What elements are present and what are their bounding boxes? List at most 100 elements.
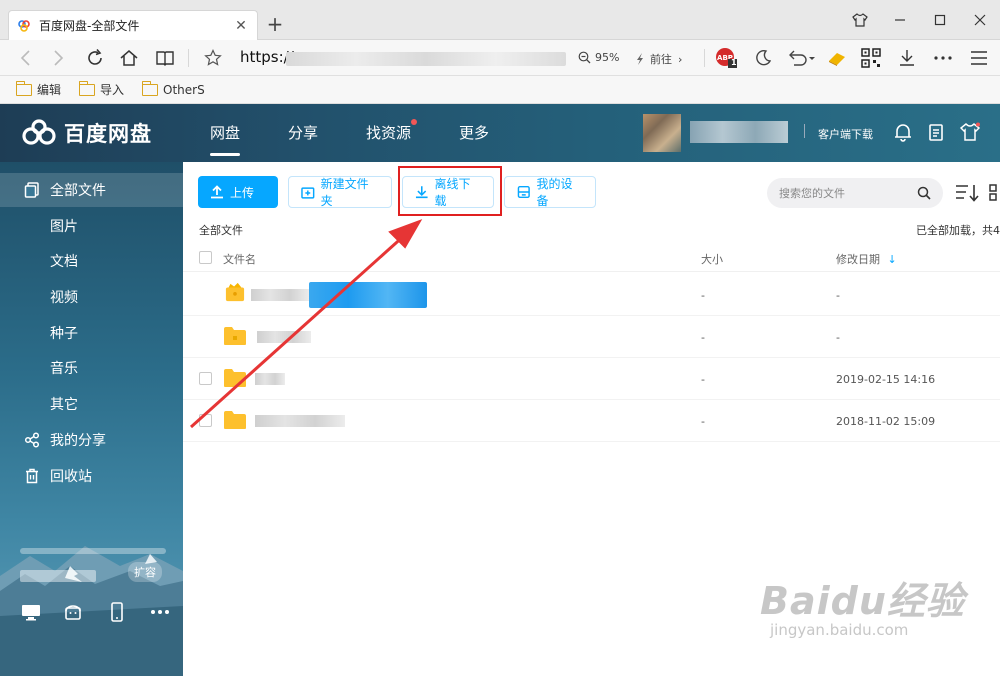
goto-label: 前往 (650, 53, 672, 66)
adblock-icon[interactable]: ABP 1 (714, 48, 738, 68)
nav-more[interactable]: 更多 (459, 122, 489, 143)
download-icon[interactable] (896, 48, 918, 68)
app-data-folder-icon (225, 282, 245, 302)
refresh-icon[interactable] (84, 48, 106, 68)
nav-share[interactable]: 分享 (288, 122, 318, 143)
column-name[interactable]: 文件名 (223, 251, 256, 267)
nav-pan[interactable]: 网盘 (210, 122, 241, 156)
my-devices-button[interactable]: 我的设备 (504, 176, 596, 208)
sidebar-item-label: 全部文件 (50, 183, 106, 199)
breadcrumb[interactable]: 全部文件 (199, 222, 243, 238)
column-modified[interactable]: 修改日期 ↓ (836, 251, 897, 267)
bookmark-item[interactable]: 编辑 (15, 80, 61, 98)
sidebar-item-my-shares[interactable]: 我的分享 (0, 423, 183, 457)
clipboard-icon[interactable] (926, 122, 946, 142)
skin-icon[interactable] (840, 6, 880, 34)
bookmark-item[interactable]: 导入 (78, 80, 124, 98)
adblock-count: 1 (731, 58, 737, 67)
favorite-star-icon[interactable] (202, 48, 224, 68)
loaded-status: 已全部加载，共4 (916, 224, 1000, 237)
chevron-right-icon: › (678, 52, 683, 66)
nav-find-resources[interactable]: 找资源 (366, 119, 418, 143)
sort-icon[interactable] (955, 184, 979, 202)
home-icon[interactable] (118, 48, 140, 68)
desktop-client-icon[interactable] (20, 602, 42, 622)
sidebar-item-videos[interactable]: 视频 (0, 280, 183, 314)
new-tab-button[interactable]: + (264, 12, 286, 36)
undo-dropdown-icon[interactable] (786, 48, 818, 68)
select-all-checkbox[interactable] (199, 251, 212, 264)
table-row[interactable]: - - (183, 316, 1000, 358)
client-download-link[interactable]: 客户端下载 (818, 126, 873, 142)
logo-text: 百度网盘 (64, 122, 152, 146)
expand-storage-button[interactable]: 扩容 (128, 562, 162, 582)
folder-icon (15, 80, 32, 96)
cloud-logo-icon (22, 119, 56, 145)
trash-icon (26, 468, 38, 484)
night-mode-icon[interactable] (752, 48, 774, 68)
upload-button[interactable]: 上传 (198, 176, 278, 208)
goto-button[interactable]: 前往 › (636, 51, 682, 67)
sidebar-item-images[interactable]: 图片 (0, 209, 183, 243)
book-extension-icon[interactable] (826, 48, 848, 68)
mobile-client-icon[interactable] (106, 602, 128, 622)
table-header: 文件名 大小 修改日期 ↓ (183, 242, 1000, 272)
forward-icon[interactable] (48, 48, 70, 68)
file-name-redacted (251, 289, 309, 301)
sort-down-arrow-icon: ↓ (887, 253, 897, 266)
url-redacted (286, 52, 566, 66)
annotation-highlight-box (398, 166, 502, 216)
sidebar-item-recycle-bin[interactable]: 回收站 (0, 459, 183, 493)
folder-icon (224, 369, 246, 387)
zoom-level: 95% (595, 51, 620, 64)
close-tab-icon[interactable]: ✕ (233, 18, 249, 34)
app-logo[interactable]: 百度网盘 (20, 118, 152, 148)
browser-tab[interactable]: 百度网盘-全部文件 ✕ (8, 10, 258, 40)
new-folder-button[interactable]: 新建文件夹 (288, 176, 392, 208)
files-icon (24, 182, 39, 198)
sidebar-item-music[interactable]: 音乐 (0, 351, 183, 385)
avatar[interactable] (643, 114, 681, 152)
grid-view-icon[interactable] (989, 184, 1000, 202)
share-icon (24, 432, 40, 448)
zoom-icon (578, 51, 591, 64)
more-devices-icon[interactable] (149, 602, 171, 622)
shirt-icon[interactable] (960, 122, 980, 142)
username-redacted[interactable] (690, 121, 788, 143)
row-checkbox[interactable] (199, 372, 212, 385)
minimize-icon[interactable] (880, 6, 920, 34)
sidebar-item-label: 回收站 (50, 469, 92, 485)
folder-icon (78, 80, 96, 96)
storage-quota-bar (20, 548, 166, 554)
back-icon[interactable] (14, 48, 36, 68)
android-client-icon[interactable] (62, 602, 84, 622)
table-row[interactable]: - - (183, 274, 1000, 316)
bookmarks-bar: 编辑 导入 OtherS (0, 76, 1000, 104)
more-icon[interactable] (932, 48, 954, 68)
close-window-icon[interactable] (960, 6, 1000, 34)
bookmark-item[interactable]: OtherS (141, 80, 205, 97)
search-icon[interactable] (917, 186, 931, 200)
reader-icon[interactable] (154, 48, 176, 68)
new-folder-icon (301, 187, 315, 199)
file-name-redacted (309, 282, 427, 308)
search-input[interactable]: 搜索您的文件 (767, 178, 943, 208)
bell-icon[interactable] (893, 122, 913, 142)
sidebar-item-label: 我的分享 (50, 433, 106, 449)
sidebar-item-all-files[interactable]: 全部文件 (0, 173, 183, 207)
zoom-control[interactable]: 95% (578, 51, 619, 64)
sidebar-item-documents[interactable]: 文档 (0, 244, 183, 278)
maximize-icon[interactable] (920, 6, 960, 34)
search-placeholder: 搜索您的文件 (779, 187, 845, 200)
baidu-pan-favicon (18, 19, 30, 32)
column-size[interactable]: 大小 (701, 251, 723, 267)
table-row[interactable]: - 2018-11-02 15:09 (183, 400, 1000, 442)
notification-dot (411, 119, 418, 125)
sidebar-item-other[interactable]: 其它 (0, 387, 183, 421)
menu-icon[interactable] (968, 48, 990, 68)
qrcode-icon[interactable] (860, 48, 882, 68)
table-row[interactable]: - 2019-02-15 14:16 (183, 358, 1000, 400)
sidebar-item-torrents[interactable]: 种子 (0, 316, 183, 350)
row-checkbox[interactable] (199, 414, 212, 427)
device-icon (517, 185, 530, 199)
